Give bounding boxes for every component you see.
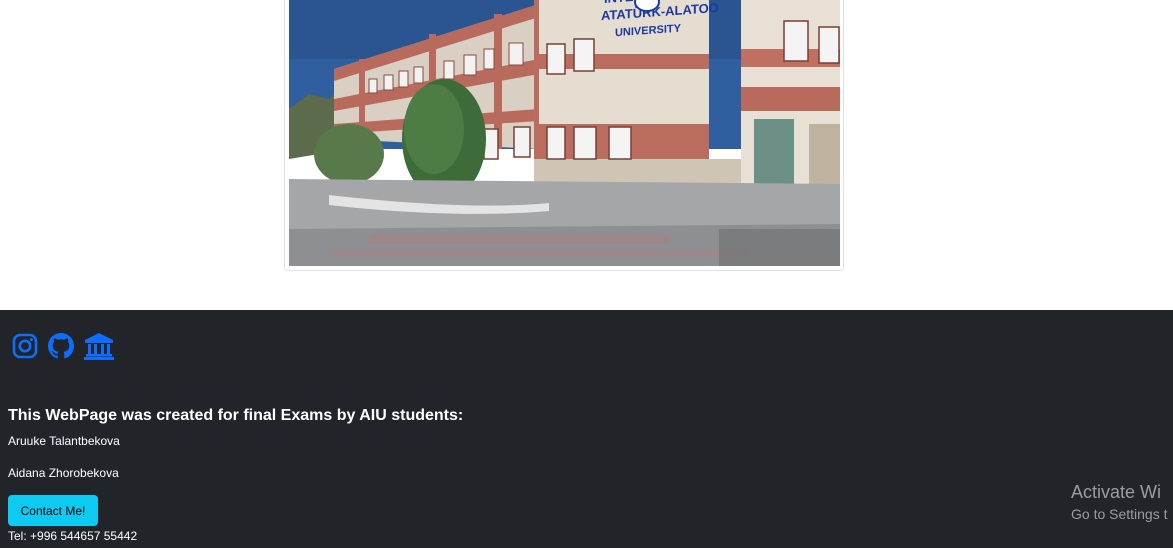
university-building-photo: INTERNATIONAL ATATÜRK-ALATOO UNIVERSITY bbox=[289, 0, 840, 266]
university-link[interactable] bbox=[84, 332, 114, 360]
phone-number: Tel: +996 544657 55442 bbox=[8, 529, 138, 543]
instagram-link[interactable] bbox=[12, 333, 38, 359]
page-footer: This WebPage was created for final Exams… bbox=[0, 310, 1173, 548]
github-icon bbox=[48, 333, 74, 359]
author-name: Aruuke Talantbekova bbox=[8, 434, 120, 448]
social-links bbox=[12, 332, 124, 360]
contact-button[interactable]: Contact Me! bbox=[8, 495, 98, 526]
footer-heading: This WebPage was created for final Exams… bbox=[8, 407, 464, 424]
watermark-title: Activate Wi bbox=[1071, 482, 1162, 502]
bank-icon bbox=[84, 333, 114, 360]
author-name: Aidana Zhorobekova bbox=[8, 466, 119, 480]
image-thumbnail-frame: INTERNATIONAL ATATÜRK-ALATOO UNIVERSITY bbox=[284, 0, 844, 271]
content-area: INTERNATIONAL ATATÜRK-ALATOO UNIVERSITY bbox=[0, 0, 1173, 310]
watermark-subtitle: Go to Settings t bbox=[1071, 506, 1168, 522]
github-link[interactable] bbox=[48, 333, 74, 359]
instagram-icon bbox=[12, 333, 38, 359]
windows-activation-watermark: Activate Wi Go to Settings t bbox=[1071, 480, 1168, 524]
